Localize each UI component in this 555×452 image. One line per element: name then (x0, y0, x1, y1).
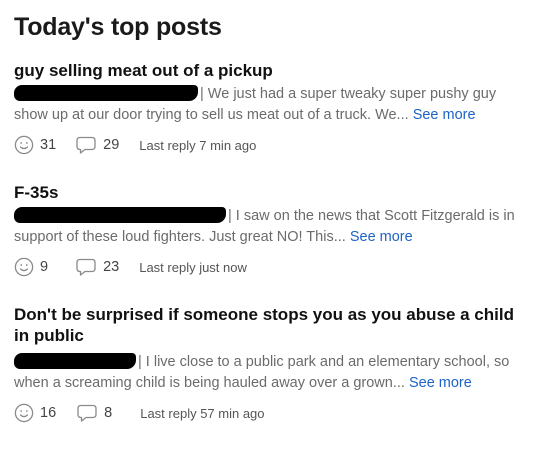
speech-bubble-icon (76, 136, 96, 154)
redacted-author (14, 85, 198, 101)
reaction-count: 16 (40, 405, 57, 421)
reactions-button[interactable]: 31 (14, 135, 56, 155)
post-title-line1: Don't be surprised if someone stops you … (14, 305, 514, 324)
post-item[interactable]: F-35s | I saw on the news that Scott Fit… (14, 182, 541, 277)
comment-count: 23 (103, 259, 120, 275)
top-posts-panel: Today's top posts guy selling meat out o… (0, 0, 555, 423)
post-excerpt: | I live close to a public park and an e… (14, 352, 541, 394)
comment-count: 29 (103, 137, 120, 153)
smiley-face-icon (14, 135, 34, 155)
excerpt-line2: when a screaming child is being hauled a… (14, 375, 405, 391)
reaction-count: 31 (40, 137, 57, 153)
speech-bubble-icon (76, 258, 96, 276)
post-item[interactable]: Don't be surprised if someone stops you … (14, 304, 541, 423)
post-excerpt: | We just had a super tweaky super pushy… (14, 84, 541, 126)
post-meta: 16 8 Last reply 57 min ago (14, 403, 541, 423)
smiley-face-icon (14, 403, 34, 423)
see-more-link[interactable]: See more (413, 107, 476, 123)
comments-button[interactable]: 8 (76, 403, 112, 423)
excerpt-line1: We just had a super tweaky super pushy g… (203, 86, 497, 102)
speech-bubble-icon (77, 404, 97, 422)
post-meta: 9 23 Last reply just now (14, 257, 541, 277)
post-meta: 31 29 Last reply 7 min ago (14, 135, 541, 155)
last-reply-time: Last reply just now (139, 259, 247, 275)
comments-button[interactable]: 29 (75, 135, 119, 155)
reactions-button[interactable]: 16 (14, 403, 56, 423)
redacted-author (14, 353, 136, 369)
smiley-face-icon (14, 257, 34, 277)
post-item[interactable]: guy selling meat out of a pickup | We ju… (14, 60, 541, 155)
last-reply-time: Last reply 7 min ago (139, 137, 257, 153)
comments-button[interactable]: 23 (75, 257, 119, 277)
post-title-line2: in public (14, 326, 84, 345)
post-title[interactable]: guy selling meat out of a pickup (14, 60, 541, 81)
excerpt-line1: I saw on the news that Scott Fitzgerald … (231, 208, 515, 224)
post-title[interactable]: Don't be surprised if someone stops you … (14, 304, 541, 346)
redacted-author (14, 207, 226, 223)
post-title[interactable]: F-35s (14, 182, 541, 203)
excerpt-line2: support of these loud fighters. Just gre… (14, 229, 346, 245)
comment-count: 8 (104, 405, 113, 421)
excerpt-line1: I live close to a public park and an ele… (141, 354, 510, 370)
reaction-count: 9 (40, 259, 49, 275)
post-excerpt: | I saw on the news that Scott Fitzgeral… (14, 206, 541, 248)
see-more-link[interactable]: See more (350, 229, 413, 245)
last-reply-time: Last reply 57 min ago (140, 405, 265, 421)
excerpt-line2: show up at our door trying to sell us me… (14, 107, 409, 123)
reactions-button[interactable]: 9 (14, 257, 48, 277)
see-more-link[interactable]: See more (409, 375, 472, 391)
page-title: Today's top posts (14, 13, 222, 41)
